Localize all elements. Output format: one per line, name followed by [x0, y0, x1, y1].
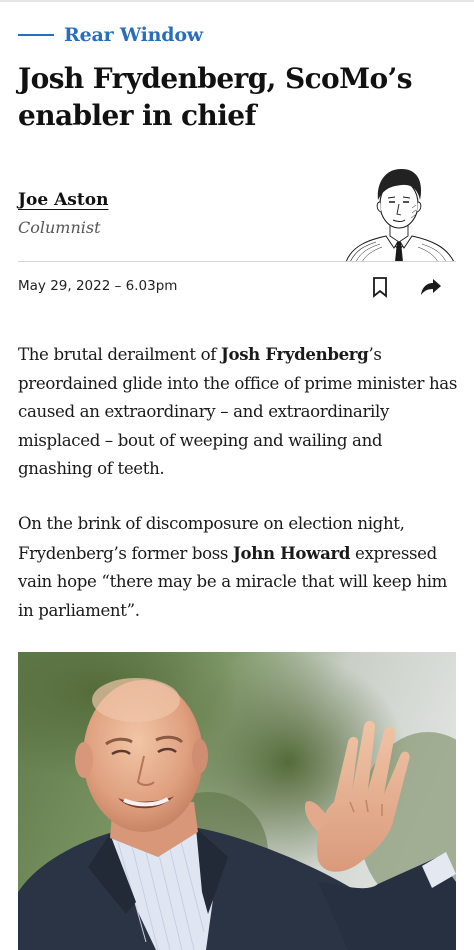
- section-tag[interactable]: Rear Window: [18, 24, 203, 46]
- paragraph-text: The brutal derailment of: [18, 345, 221, 364]
- author-name-link[interactable]: Joe Aston: [18, 190, 108, 210]
- paragraph-text: ’s preordained glide into the office of …: [18, 345, 458, 479]
- top-border: [0, 0, 474, 2]
- byline: Joe Aston Columnist: [18, 190, 108, 237]
- section-label[interactable]: Rear Window: [64, 24, 203, 46]
- author-role: Columnist: [18, 218, 101, 237]
- author-portrait[interactable]: [342, 158, 456, 262]
- share-arrow-icon[interactable]: [420, 277, 442, 297]
- article-paragraph: On the brink of discomposure on election…: [18, 510, 458, 625]
- article-photo[interactable]: [18, 652, 456, 950]
- bookmark-icon[interactable]: [369, 276, 391, 298]
- article-paragraph: The brutal derailment of Josh Frydenberg…: [18, 340, 458, 484]
- article-headline: Josh Frydenberg, ScoMo’s enabler in chie…: [18, 62, 413, 132]
- person-link-john-howard[interactable]: John Howard: [233, 543, 350, 563]
- section-rule: [18, 34, 54, 36]
- publish-date: May 29, 2022 – 6.03pm: [18, 278, 178, 294]
- person-link-josh-frydenberg[interactable]: Josh Frydenberg: [221, 344, 369, 364]
- header-divider: [18, 261, 456, 262]
